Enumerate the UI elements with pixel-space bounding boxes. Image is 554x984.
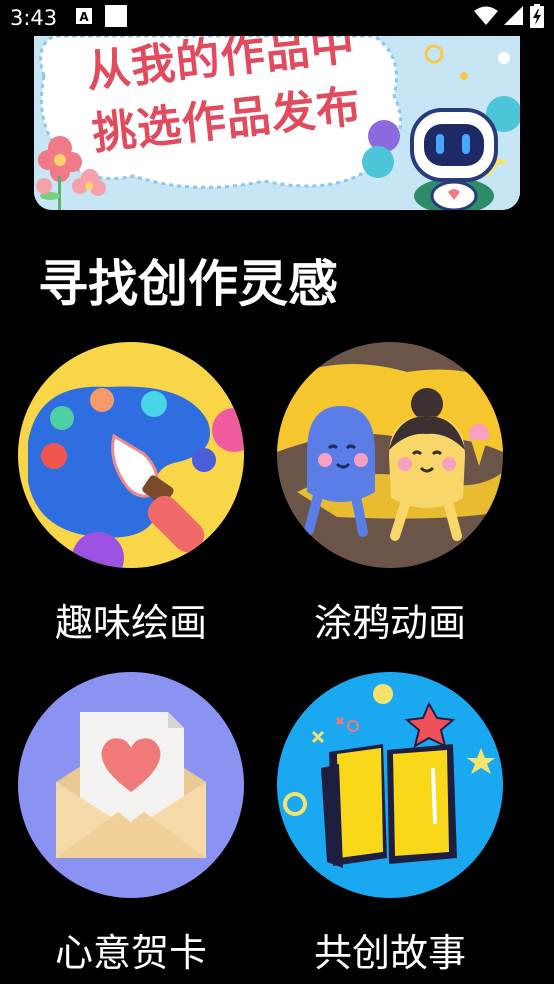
- card-label-fun-drawing: 趣味绘画: [54, 601, 207, 645]
- paint-palette-icon: [18, 342, 244, 568]
- screen: 3:43 A 从我的作品中 挑选作品发布 寻找创作灵感 趣味绘画 涂鸦动画 心意…: [0, 0, 554, 984]
- card-fun-drawing[interactable]: 趣味绘画: [18, 342, 244, 647]
- white-square-icon: [105, 5, 128, 31]
- card-co-create-story[interactable]: 共创故事: [277, 672, 503, 977]
- card-doodle-animation[interactable]: 涂鸦动画: [277, 342, 503, 647]
- status-left-icons: A: [75, 5, 128, 31]
- story-book-icon: [277, 672, 503, 898]
- svg-text:A: A: [80, 10, 90, 24]
- greeting-card-envelope-icon: [18, 672, 244, 898]
- a-notification-icon: A: [75, 7, 93, 29]
- publish-banner[interactable]: 从我的作品中 挑选作品发布: [34, 36, 520, 210]
- signal-icon: [504, 6, 524, 30]
- card-greeting-card[interactable]: 心意贺卡: [18, 672, 244, 977]
- battery-charging-icon: [530, 4, 544, 32]
- card-label-doodle-animation: 涂鸦动画: [313, 601, 466, 645]
- card-label-co-create-story: 共创故事: [313, 931, 466, 975]
- section-title: 寻找创作灵感: [38, 255, 338, 313]
- wifi-icon: [474, 6, 498, 30]
- status-right-icons: [474, 4, 544, 32]
- status-bar: 3:43 A: [0, 0, 554, 36]
- status-time: 3:43: [10, 6, 58, 30]
- doodle-characters-icon: [277, 342, 503, 568]
- card-label-greeting-card: 心意贺卡: [54, 931, 207, 975]
